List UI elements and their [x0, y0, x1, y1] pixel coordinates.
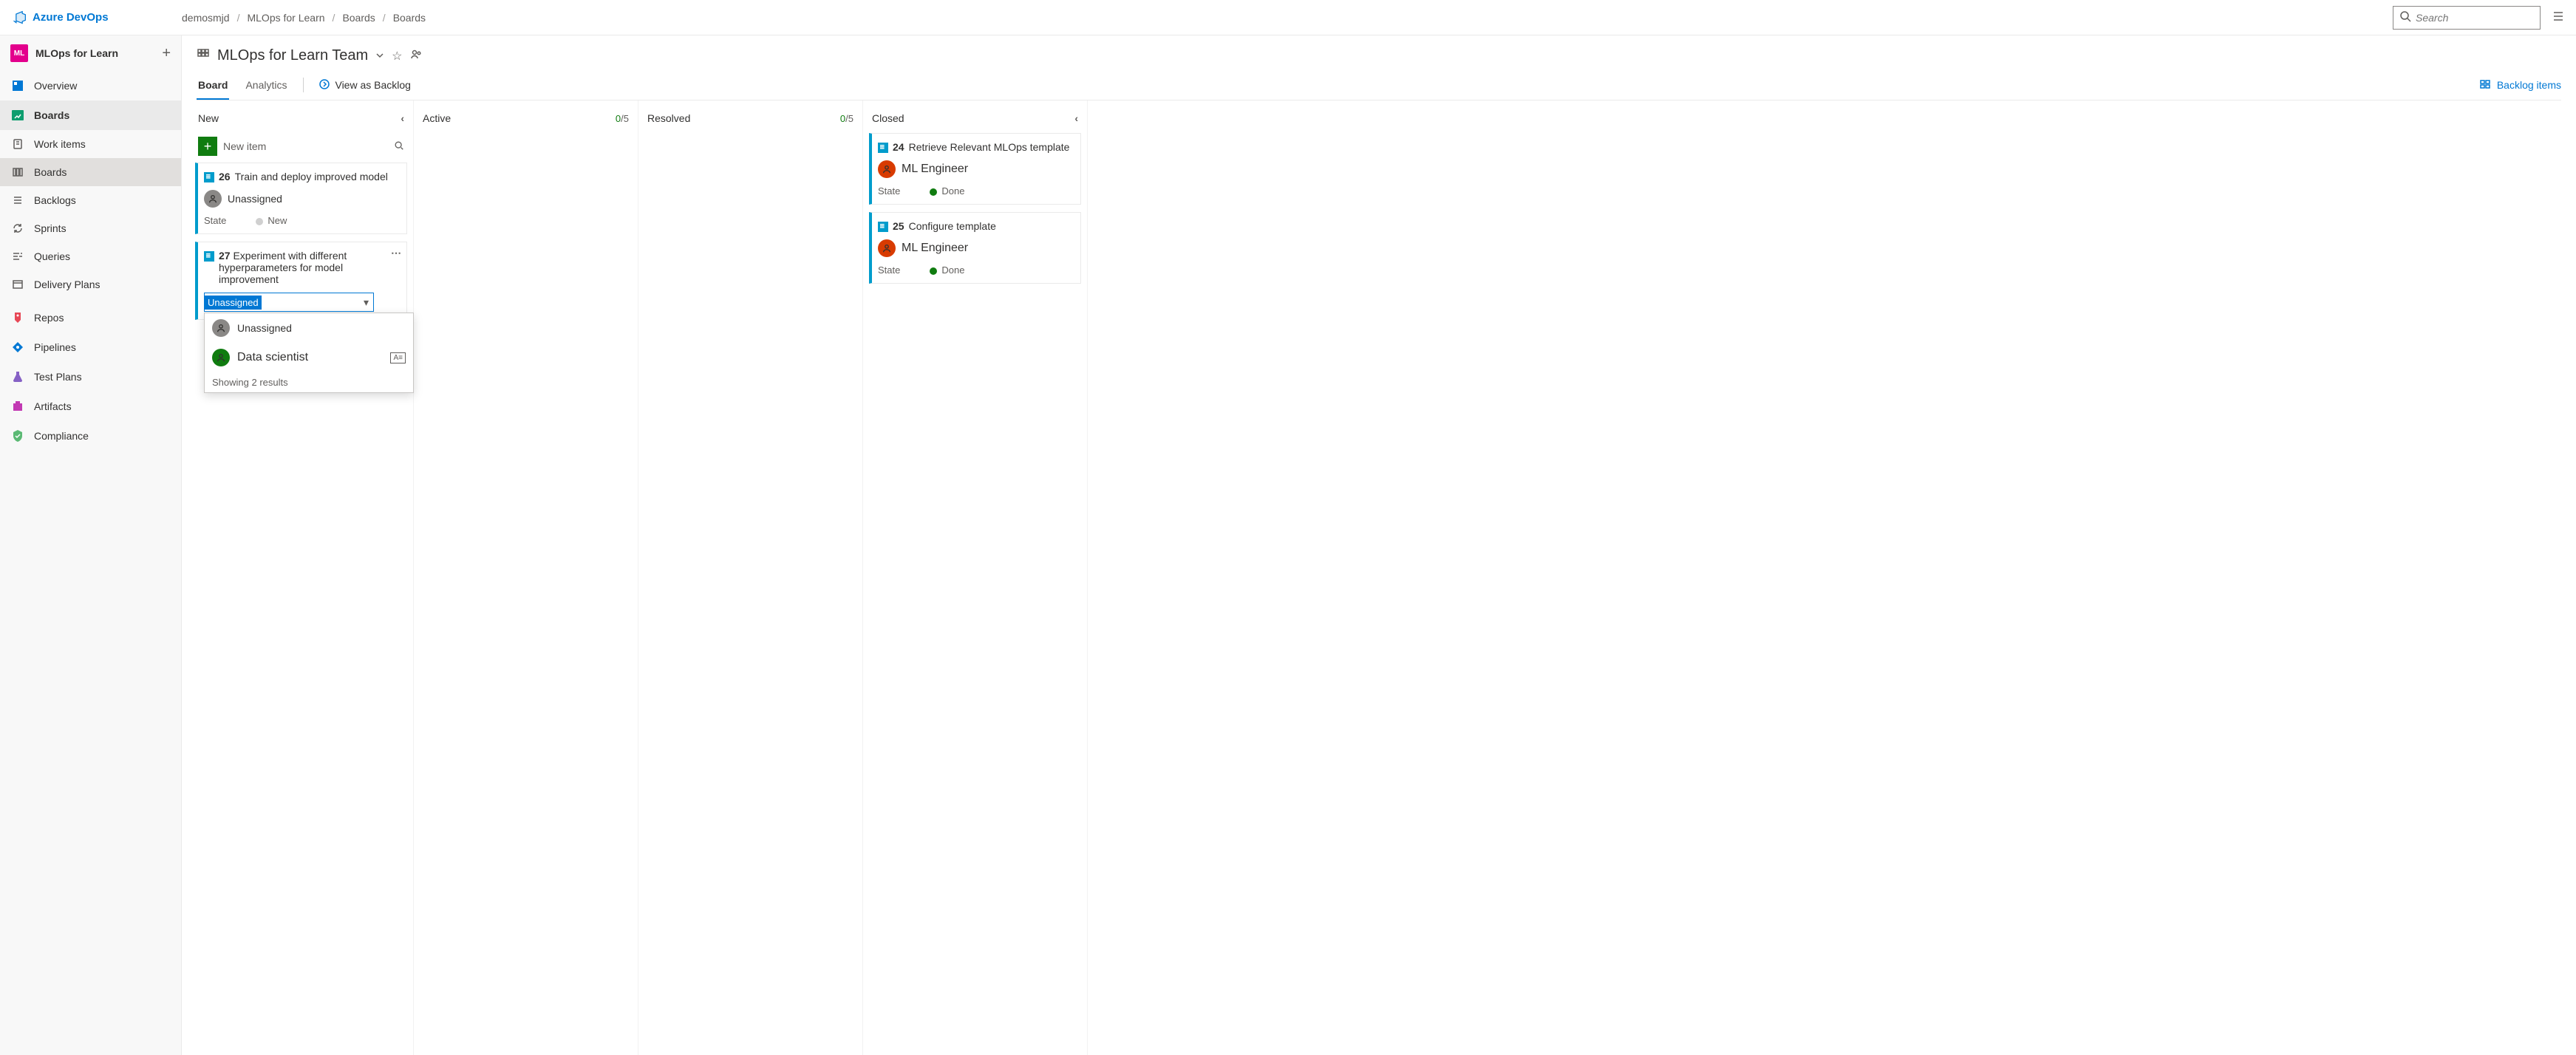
- sidebar-sub-delivery-plans[interactable]: Delivery Plans: [0, 270, 181, 298]
- backlog-items-icon: [2479, 78, 2491, 92]
- assignee-combobox[interactable]: Unassigned ▾: [204, 293, 374, 312]
- collapse-column-icon[interactable]: ‹: [1074, 112, 1078, 124]
- sidebar-sub-queries[interactable]: Queries: [0, 242, 181, 270]
- tabs-row: Board Analytics View as Backlog Backlog …: [197, 78, 2561, 100]
- sidebar-item-compliance[interactable]: Compliance: [0, 421, 181, 451]
- tab-board[interactable]: Board: [197, 79, 229, 100]
- pbi-icon: [204, 251, 214, 262]
- pipelines-icon: [10, 340, 25, 355]
- backlogs-icon: [10, 193, 25, 208]
- breadcrumb-item[interactable]: MLOps for Learn: [247, 12, 324, 24]
- delivery-plans-icon: [10, 277, 25, 292]
- person-avatar-icon: [212, 349, 230, 366]
- search-icon[interactable]: [394, 140, 404, 153]
- board-header: MLOps for Learn Team ☆ Board Analytics V…: [182, 35, 2576, 100]
- person-avatar-icon: [878, 239, 896, 257]
- team-title: MLOps for Learn Team: [217, 47, 368, 64]
- compliance-icon: [10, 429, 25, 443]
- add-new-item-button[interactable]: +: [198, 137, 217, 156]
- work-item-card[interactable]: ⋯ 27 Experiment with different hyperpara…: [195, 242, 407, 320]
- sidebar-item-artifacts[interactable]: Artifacts: [0, 392, 181, 421]
- logo-block[interactable]: Azure DevOps: [12, 10, 182, 25]
- add-project-icon[interactable]: +: [162, 45, 171, 62]
- favorite-star-icon[interactable]: ☆: [392, 49, 402, 64]
- sidebar-sub-work-items[interactable]: Work items: [0, 130, 181, 158]
- breadcrumb: demosmjd / MLOps for Learn / Boards / Bo…: [182, 12, 426, 24]
- new-item-row: + New item: [195, 133, 407, 160]
- search-box[interactable]: [2393, 6, 2541, 30]
- chevron-down-icon[interactable]: ▾: [359, 296, 373, 309]
- sidebar-item-repos[interactable]: Repos: [0, 303, 181, 332]
- new-item-label[interactable]: New item: [223, 140, 388, 152]
- dropdown-option-data-scientist[interactable]: Data scientist A≡: [205, 343, 413, 372]
- sidebar-item-pipelines[interactable]: Pipelines: [0, 332, 181, 362]
- search-input[interactable]: [2416, 12, 2534, 24]
- column-header: New ‹: [195, 103, 407, 133]
- breadcrumb-item[interactable]: demosmjd: [182, 12, 230, 24]
- azure-devops-logo-icon: [12, 10, 27, 25]
- test-plans-icon: [10, 369, 25, 384]
- people-icon[interactable]: [410, 49, 422, 63]
- overview-icon: [10, 78, 25, 93]
- collapse-column-icon[interactable]: ‹: [401, 112, 404, 124]
- breadcrumb-item[interactable]: Boards: [342, 12, 375, 24]
- pbi-icon: [204, 172, 214, 182]
- sidebar-sub-backlogs[interactable]: Backlogs: [0, 186, 181, 214]
- list-view-icon[interactable]: [2552, 10, 2564, 24]
- search-icon: [2399, 10, 2411, 24]
- queries-icon: [10, 249, 25, 264]
- sidebar: ML MLOps for Learn + Overview Boards Wor…: [0, 35, 182, 1055]
- assignee-row[interactable]: ML Engineer: [878, 160, 1073, 178]
- assignee-dropdown: Unassigned Data scientist A≡ Showing 2 r…: [204, 313, 414, 393]
- top-header: Azure DevOps demosmjd / MLOps for Learn …: [0, 0, 2576, 35]
- column-resolved: Resolved 0/5: [638, 100, 863, 1055]
- tab-analytics[interactable]: Analytics: [244, 79, 288, 98]
- column-active: Active 0/5: [414, 100, 638, 1055]
- sidebar-sub-boards[interactable]: Boards: [0, 158, 181, 186]
- assignee-row[interactable]: ML Engineer: [878, 239, 1073, 257]
- unassigned-avatar-icon: [204, 190, 222, 208]
- board-body: New ‹ + New item 26 Train and deploy imp…: [182, 100, 2576, 1055]
- person-avatar-icon: [878, 160, 896, 178]
- pbi-icon: [878, 222, 888, 232]
- project-name: MLOps for Learn: [35, 47, 154, 59]
- arrow-right-circle-icon: [318, 78, 330, 92]
- card-more-icon[interactable]: ⋯: [391, 247, 402, 259]
- work-items-icon: [10, 137, 25, 151]
- sidebar-item-boards[interactable]: Boards: [0, 100, 181, 130]
- work-item-card[interactable]: 25 Configure template ML Engineer State …: [869, 212, 1081, 284]
- product-name: Azure DevOps: [33, 11, 109, 24]
- header-right: [2393, 6, 2564, 30]
- boards-sub-icon: [10, 165, 25, 180]
- chevron-down-icon[interactable]: [375, 50, 384, 62]
- work-item-card[interactable]: 24 Retrieve Relevant MLOps template ML E…: [869, 133, 1081, 205]
- identity-card-icon[interactable]: A≡: [390, 352, 406, 363]
- project-badge: ML: [10, 44, 28, 62]
- project-header[interactable]: ML MLOps for Learn +: [0, 35, 181, 71]
- work-item-card[interactable]: 26 Train and deploy improved model Unass…: [195, 163, 407, 234]
- boards-icon: [10, 108, 25, 123]
- breadcrumb-item[interactable]: Boards: [393, 12, 426, 24]
- board-grid-icon: [197, 48, 210, 64]
- sidebar-item-overview[interactable]: Overview: [0, 71, 181, 100]
- artifacts-icon: [10, 399, 25, 414]
- sidebar-item-test-plans[interactable]: Test Plans: [0, 362, 181, 392]
- view-as-backlog-button[interactable]: View as Backlog: [318, 78, 410, 92]
- column-new: New ‹ + New item 26 Train and deploy imp…: [189, 100, 414, 1055]
- sprints-icon: [10, 221, 25, 236]
- dropdown-footer: Showing 2 results: [205, 372, 413, 392]
- repos-icon: [10, 310, 25, 325]
- unassigned-avatar-icon: [212, 319, 230, 337]
- column-closed: Closed ‹ 24 Retrieve Relevant MLOps temp…: [863, 100, 1088, 1055]
- assignee-row[interactable]: Unassigned: [204, 190, 399, 208]
- backlog-items-selector[interactable]: Backlog items: [2479, 78, 2561, 92]
- dropdown-option-unassigned[interactable]: Unassigned: [205, 313, 413, 343]
- main-content: MLOps for Learn Team ☆ Board Analytics V…: [182, 35, 2576, 1055]
- pbi-icon: [878, 143, 888, 153]
- sidebar-sub-sprints[interactable]: Sprints: [0, 214, 181, 242]
